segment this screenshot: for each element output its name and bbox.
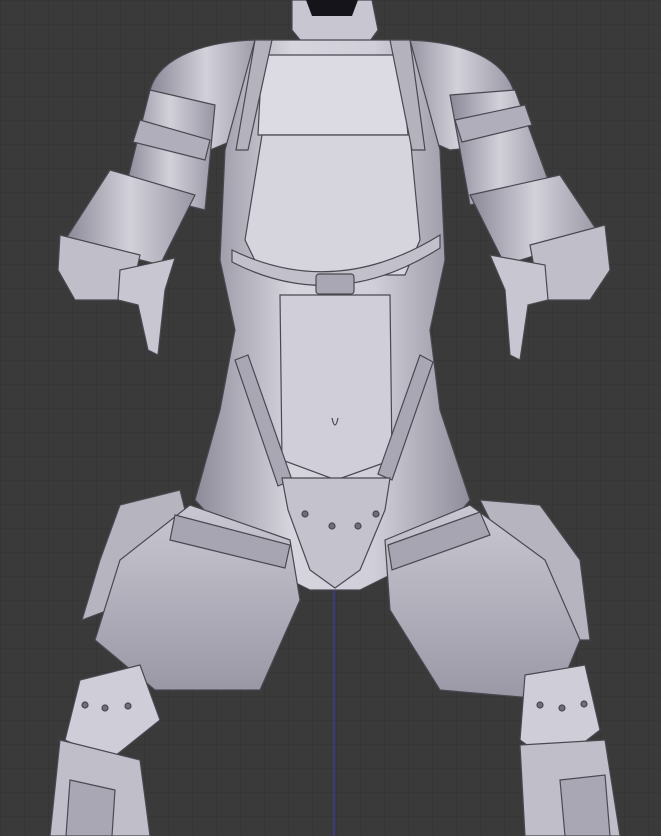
3d-viewport[interactable]: [0, 0, 661, 836]
crotch-bolt: [301, 510, 309, 518]
knee-bolt: [124, 702, 132, 710]
chest-buckle: [315, 273, 355, 295]
crotch-bolt: [354, 522, 362, 530]
neck-opening: [306, 0, 358, 16]
crotch-bolt: [372, 510, 380, 518]
knee-bolt: [536, 701, 544, 709]
crotch-bolt: [328, 522, 336, 530]
knee-bolt: [558, 704, 566, 712]
left-shin-guard: [65, 779, 116, 836]
knee-bolt: [580, 700, 588, 708]
right-shin-guard: [559, 774, 611, 836]
knee-bolt: [81, 701, 89, 709]
chest-plate: [257, 54, 409, 136]
viewport-canvas[interactable]: [0, 0, 661, 836]
chest-panel: [244, 134, 421, 276]
knee-bolt: [101, 704, 109, 712]
abdomen: [279, 294, 393, 481]
